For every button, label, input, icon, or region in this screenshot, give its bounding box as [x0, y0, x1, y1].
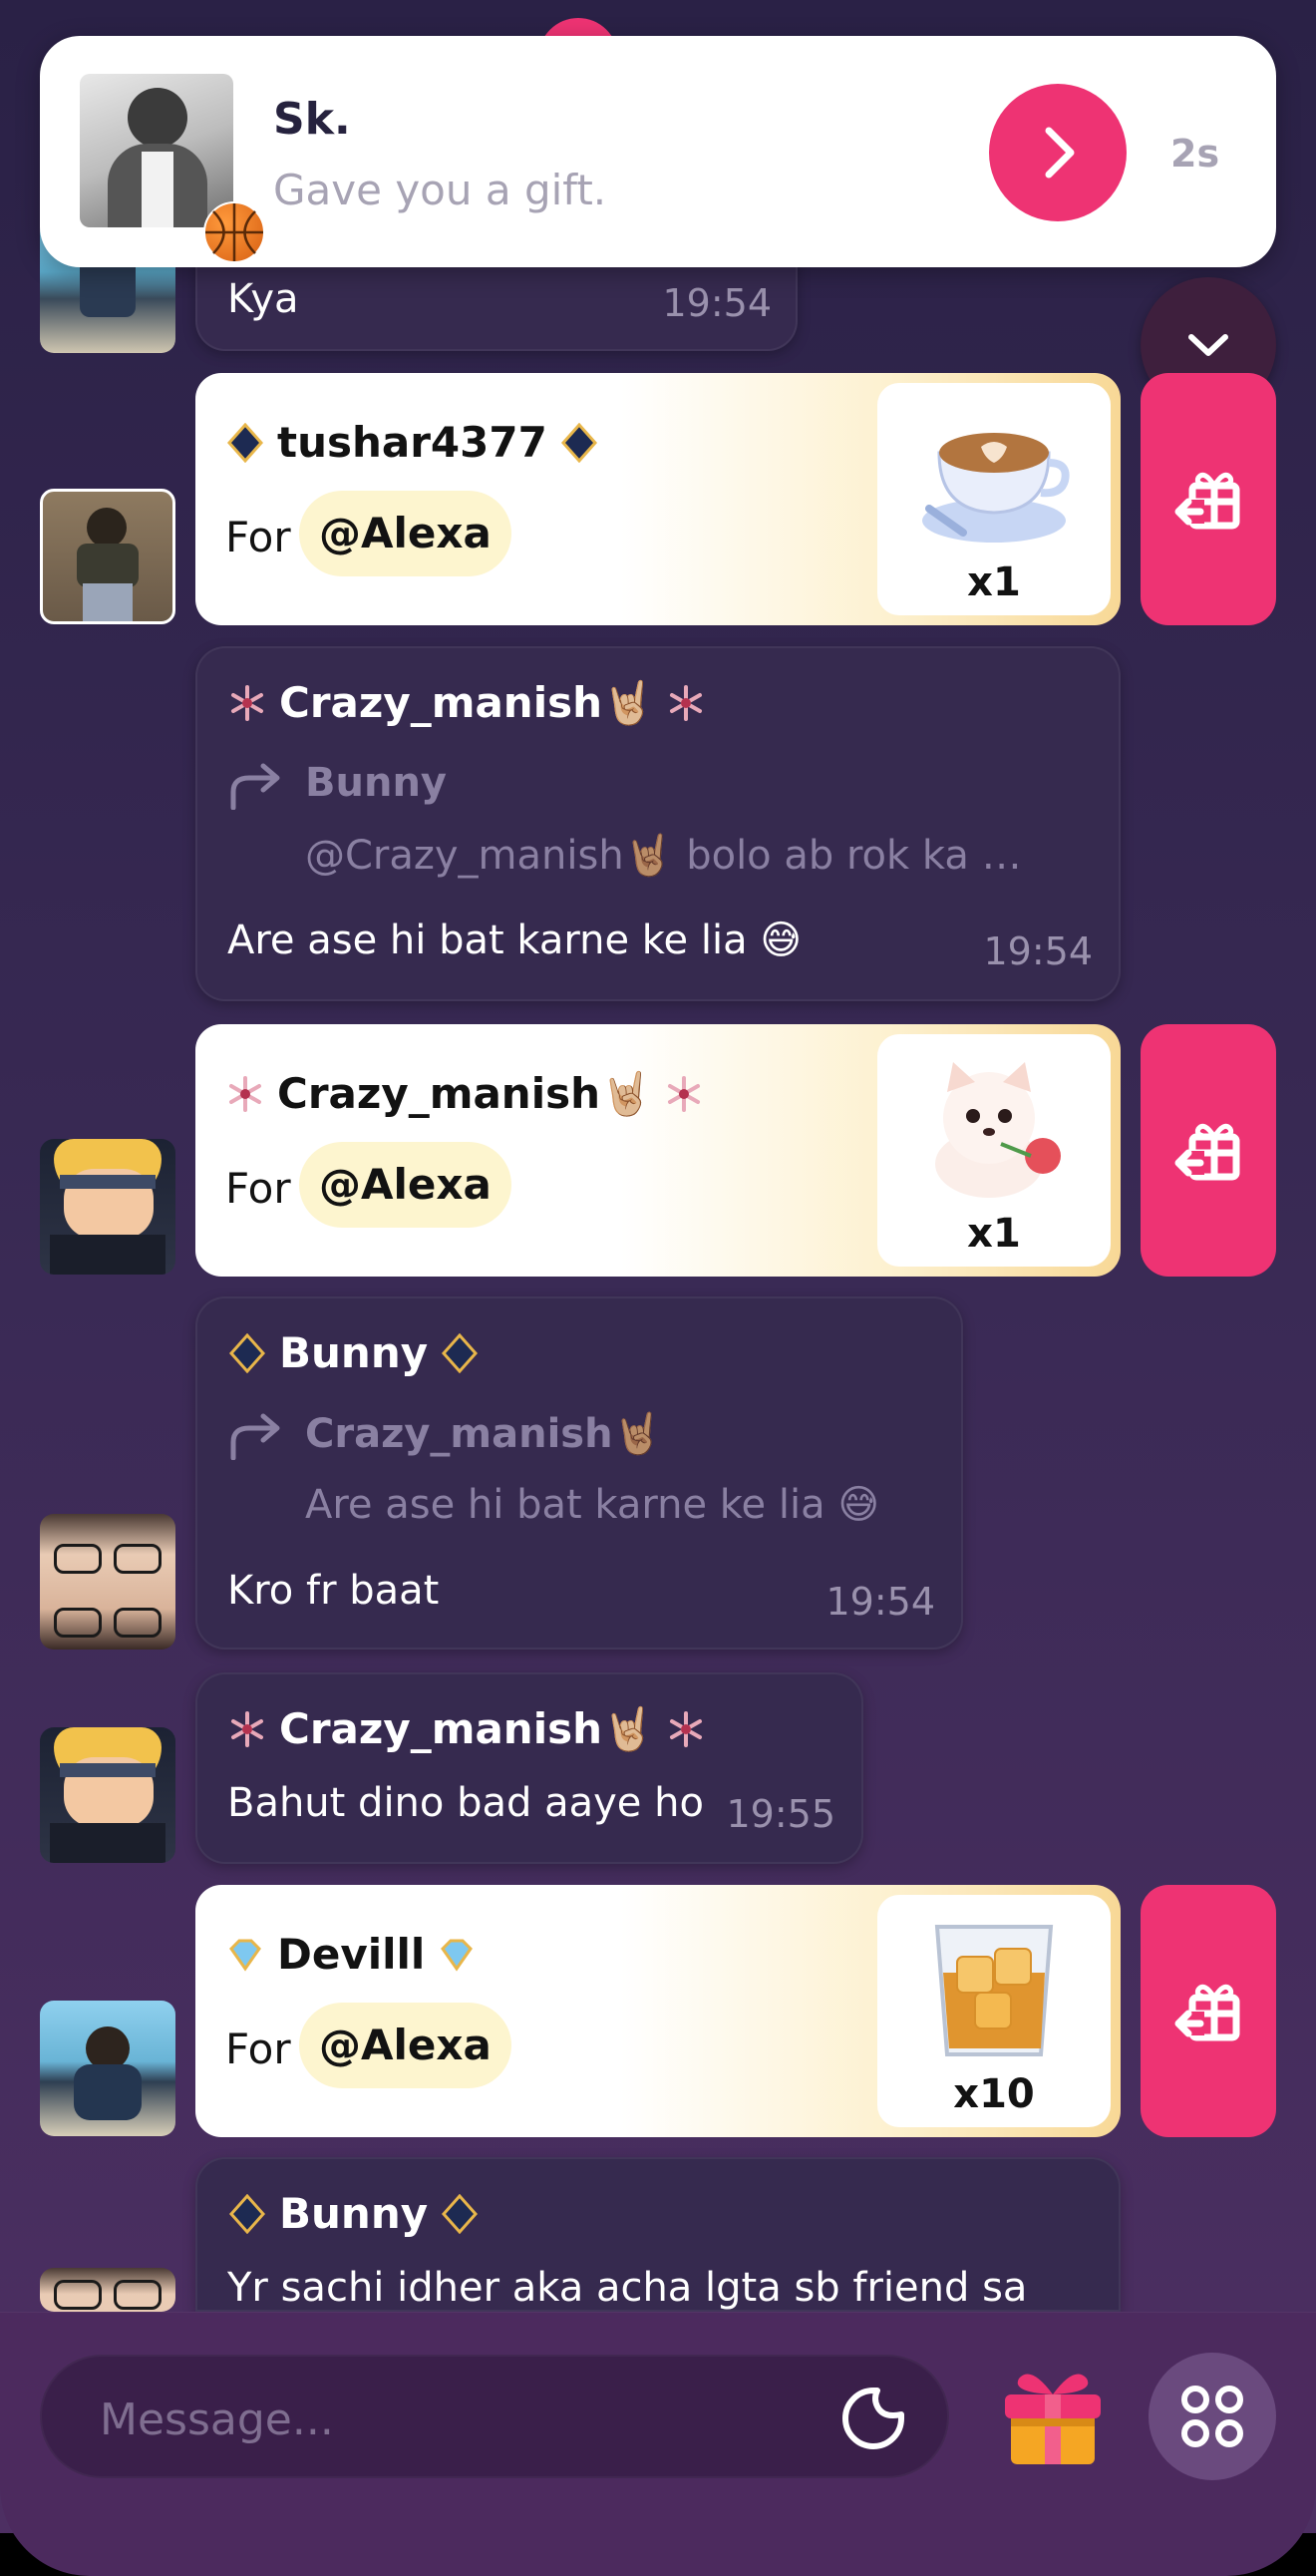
gift-message-card[interactable]: tushar4377 For @Alexa x1: [195, 373, 1121, 625]
sticker-icon[interactable]: [839, 2385, 907, 2452]
composer-panel: Message...: [0, 2312, 1316, 2576]
reply-to-text: @Crazy_manish🤘🏽 bolo ab rok ka …: [305, 833, 1022, 879]
message-bubble[interactable]: Crazy_manish🤘🏼 Bunny @Crazy_manish🤘🏽 bol…: [195, 646, 1121, 1001]
avatar[interactable]: [40, 1727, 175, 1863]
gift-button[interactable]: [1001, 2361, 1105, 2468]
gift-count: x1: [967, 1211, 1021, 1257]
snowflake-badge-icon: [231, 685, 263, 721]
message-time: 19:55: [726, 1792, 835, 1836]
notification-time: 2s: [1170, 132, 1220, 176]
message-input[interactable]: Message...: [40, 2355, 949, 2478]
message-time: 19:54: [825, 1580, 935, 1624]
avatar[interactable]: [40, 2268, 175, 2312]
gift-sender: tushar4377: [225, 418, 599, 467]
gift-sender-name: Devilll: [277, 1930, 426, 1979]
puppy-with-rose-icon: [935, 1062, 1061, 1198]
chevron-right-icon: [1045, 127, 1075, 179]
message-sender-name: Bunny: [279, 2189, 429, 2238]
message-bubble[interactable]: Crazy_manish🤘🏼 Bahut dino bad aaye ho 19…: [195, 1672, 863, 1864]
message-sender: Crazy_manish🤘🏼: [227, 678, 706, 728]
notification-text: Gave you a gift.: [273, 166, 607, 214]
for-label: For: [225, 2024, 291, 2073]
snowflake-badge-icon: [668, 1076, 701, 1112]
diamond-badge-icon: [442, 2193, 479, 2234]
open-notification-button[interactable]: [989, 84, 1127, 221]
gift-count: x10: [953, 2071, 1035, 2117]
return-gift-button[interactable]: [1141, 373, 1276, 625]
recipient-mention[interactable]: @Alexa: [299, 1142, 511, 1228]
return-gift-icon: [1174, 1123, 1240, 1180]
reply-arrow-icon: [230, 1413, 280, 1460]
menu-button[interactable]: [1149, 2353, 1276, 2480]
gift-count: x1: [967, 559, 1021, 605]
avatar[interactable]: [40, 2001, 175, 2136]
avatar[interactable]: [40, 489, 175, 624]
notification-sender: Sk.: [273, 94, 351, 145]
message-placeholder: Message...: [100, 2394, 334, 2445]
message-text: Yr sachi idher aka acha lgta sb friend s…: [227, 2265, 1028, 2311]
message-bubble[interactable]: Bunny Yr sachi idher aka acha lgta sb fr…: [195, 2157, 1121, 2312]
message-text: Kya: [227, 276, 299, 322]
return-gift-icon: [1174, 1984, 1240, 2040]
diamond-badge-icon: [442, 1332, 479, 1373]
gift-box-icon: [1005, 2374, 1101, 2464]
gift-sender: Crazy_manish🤘🏼: [225, 1069, 704, 1119]
diamond-badge-icon: [228, 1332, 266, 1373]
gift-sender-name: Crazy_manish🤘🏼: [277, 1069, 653, 1118]
reply-to-name: Crazy_manish🤘🏽: [305, 1411, 663, 1457]
return-gift-button[interactable]: [1141, 1024, 1276, 1277]
message-text: Bahut dino bad aaye ho: [227, 1780, 704, 1826]
gift-item[interactable]: x1: [877, 1034, 1111, 1267]
recipient-mention[interactable]: @Alexa: [299, 491, 511, 576]
message-sender: Bunny: [227, 2189, 480, 2238]
diamond-badge-icon: [560, 422, 597, 463]
for-label: For: [225, 513, 291, 561]
snowflake-badge-icon: [229, 1076, 261, 1112]
grid-menu-icon: [1181, 2386, 1243, 2447]
message-text: Kro fr baat: [227, 1568, 440, 1614]
gift-sender: Devilll: [225, 1930, 477, 1979]
message-sender: Crazy_manish🤘🏼: [227, 1704, 706, 1754]
avatar[interactable]: [40, 1514, 175, 1650]
basketball-icon: [203, 201, 265, 263]
snowflake-badge-icon: [670, 685, 703, 721]
gift-message-card[interactable]: Crazy_manish🤘🏼 For @Alexa x1: [195, 1024, 1121, 1277]
return-gift-button[interactable]: [1141, 1885, 1276, 2137]
reply-arrow-icon: [230, 763, 280, 810]
message-bubble[interactable]: Bunny Crazy_manish🤘🏽 Are ase hi bat karn…: [195, 1296, 963, 1650]
snowflake-badge-icon: [670, 1711, 703, 1747]
message-time: 19:54: [983, 929, 1093, 973]
gift-message-card[interactable]: Devilll For @Alexa x10: [195, 1885, 1121, 2137]
message-sender-name: Crazy_manish🤘🏼: [279, 1704, 655, 1753]
gem-badge-icon: [229, 1939, 261, 1972]
message-sender-name: Bunny: [279, 1328, 429, 1377]
whiskey-glass-icon: [934, 1925, 1054, 2056]
gift-item[interactable]: x10: [877, 1895, 1111, 2127]
gift-sender-name: tushar4377: [277, 418, 547, 467]
message-text: Are ase hi bat karne ke lia 😅: [227, 918, 803, 963]
message-sender: Bunny: [227, 1328, 480, 1377]
gift-item[interactable]: x1: [877, 383, 1111, 615]
diamond-badge-icon: [226, 422, 264, 463]
for-label: For: [225, 1164, 291, 1213]
gem-badge-icon: [441, 1939, 474, 1972]
message-sender-name: Crazy_manish🤘🏼: [279, 678, 655, 727]
return-gift-icon: [1174, 472, 1240, 529]
reply-to-name: Bunny: [305, 760, 447, 806]
coffee-cup-icon: [922, 433, 1070, 543]
reply-to-text: Are ase hi bat karne ke lia 😅: [305, 1482, 880, 1528]
recipient-mention[interactable]: @Alexa: [299, 2003, 511, 2088]
diamond-badge-icon: [228, 2193, 266, 2234]
chevron-down-icon: [1188, 334, 1228, 356]
gift-notification[interactable]: Sk. Gave you a gift. 2s: [40, 36, 1276, 267]
message-time: 19:54: [662, 281, 772, 325]
snowflake-badge-icon: [231, 1711, 263, 1747]
avatar[interactable]: [40, 1139, 175, 1275]
